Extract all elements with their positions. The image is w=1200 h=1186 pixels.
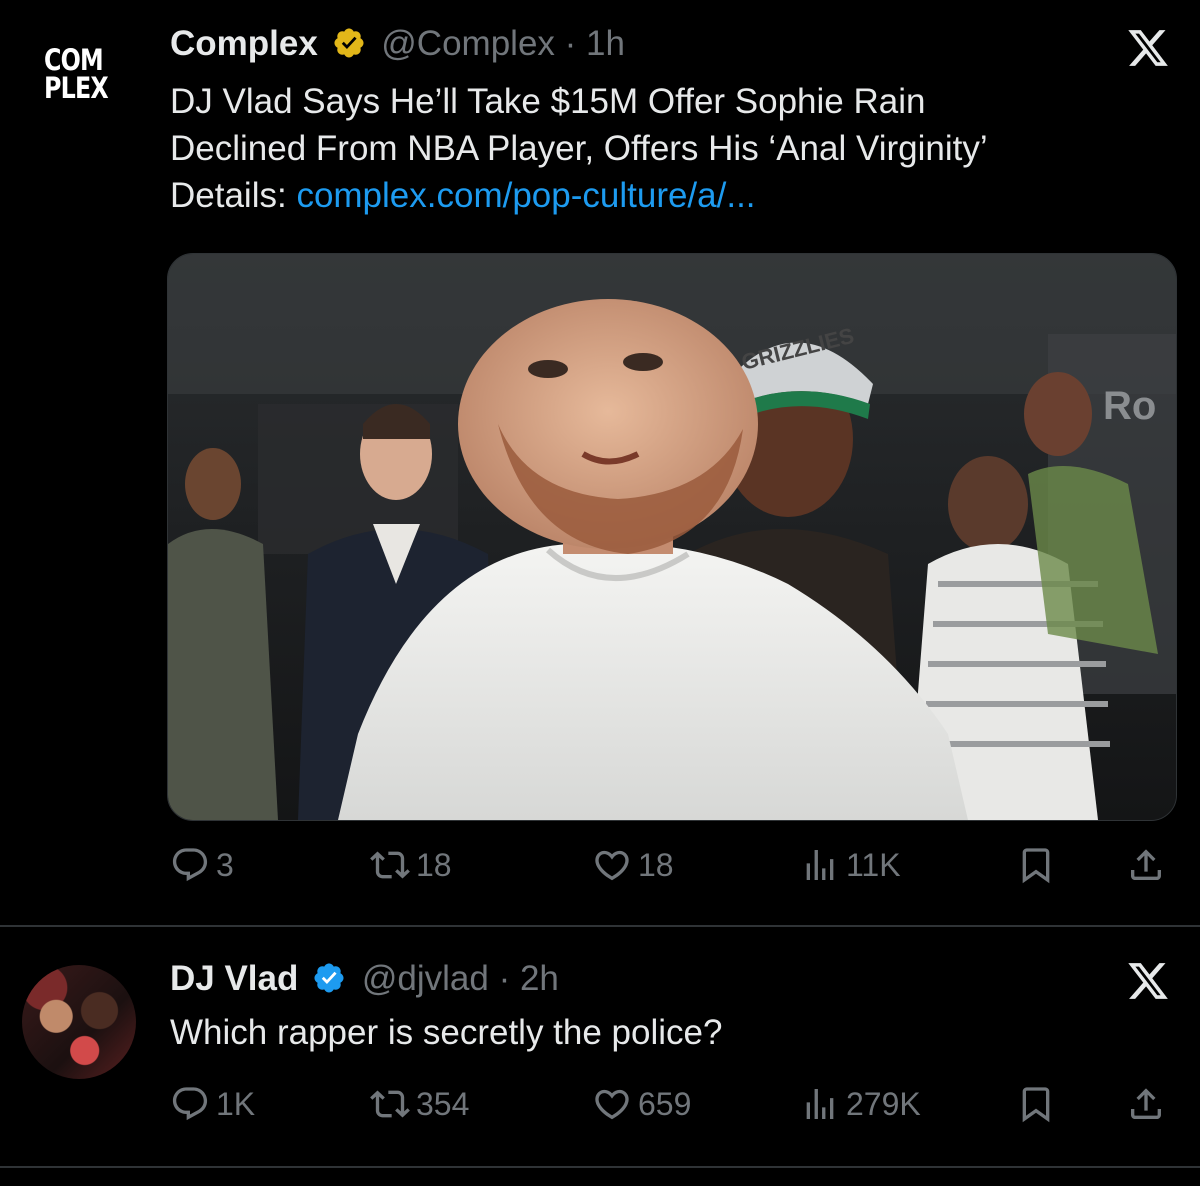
tweet-djvlad[interactable]: DJ Vlad @djvlad · 2h Which rapper is sec…: [0, 927, 1200, 1167]
handle[interactable]: @djvlad: [362, 959, 489, 998]
views-icon: [806, 850, 834, 880]
x-logo-icon[interactable]: [1126, 26, 1170, 70]
like-icon: [595, 1089, 629, 1120]
views-button[interactable]: 279K: [800, 1079, 921, 1129]
tweet-divider: [0, 1166, 1200, 1168]
display-name[interactable]: DJ Vlad: [170, 959, 298, 998]
bookmark-button[interactable]: [1016, 840, 1062, 890]
details-label: Details:: [170, 176, 297, 215]
repost-icon: [370, 851, 410, 879]
views-icon: [806, 1089, 834, 1119]
bookmark-icon: [1022, 848, 1050, 884]
share-button[interactable]: [1126, 840, 1172, 890]
reply-icon: [172, 848, 208, 882]
repost-button[interactable]: 354: [370, 1079, 469, 1129]
tweet-text-line: Declined From NBA Player, Offers His ‘An…: [170, 129, 988, 168]
tweet-text: Which rapper is secretly the police?: [170, 1009, 1150, 1056]
tweet-text: DJ Vlad Says He’ll Take $15M Offer Sophi…: [170, 78, 1150, 219]
tweet-photo[interactable]: Ro GRIZZLIES: [167, 253, 1177, 821]
tweet-header: Complex @Complex · 1h: [170, 22, 625, 66]
reply-icon: [172, 1087, 208, 1121]
logo-line-plex: PLEX: [44, 71, 109, 105]
tweet-header: DJ Vlad @djvlad · 2h: [170, 957, 559, 1001]
avatar-djvlad[interactable]: [22, 965, 136, 1079]
handle[interactable]: @Complex: [381, 24, 555, 63]
like-count: 659: [638, 1085, 692, 1122]
share-button[interactable]: [1126, 1079, 1172, 1129]
tweet-text-line: DJ Vlad Says He’ll Take $15M Offer Sophi…: [170, 82, 926, 121]
repost-count: 354: [416, 1085, 470, 1122]
repost-icon: [370, 1090, 410, 1118]
reply-count: 3: [216, 846, 234, 883]
like-button[interactable]: 18: [592, 840, 674, 890]
reply-count: 1K: [216, 1085, 256, 1122]
views-button[interactable]: 11K: [800, 840, 901, 890]
tweet-actions: 1K 354 659 279K: [0, 1079, 1200, 1129]
reply-button[interactable]: 1K: [170, 1079, 255, 1129]
repost-button[interactable]: 18: [370, 840, 452, 890]
reply-button[interactable]: 3: [170, 840, 234, 890]
separator-dot: ·: [564, 24, 577, 63]
verified-badge-icon: [334, 28, 364, 58]
separator-dot: ·: [498, 959, 511, 998]
timestamp[interactable]: 2h: [520, 959, 559, 998]
like-button[interactable]: 659: [592, 1079, 691, 1129]
tweet-actions: 3 18 18 11K: [0, 840, 1200, 890]
share-icon: [1131, 1088, 1161, 1119]
tweet-details-line: Details: complex.com/pop-culture/a/...: [170, 172, 1150, 219]
share-icon: [1131, 849, 1161, 880]
tweet-text-line: Which rapper is secretly the police?: [170, 1013, 723, 1052]
tweet-complex[interactable]: COM PLEX Complex @Complex · 1h DJ Vlad S…: [0, 0, 1200, 925]
bookmark-button[interactable]: [1016, 1079, 1062, 1129]
photo-illustration: Ro GRIZZLIES: [168, 254, 1176, 820]
display-name[interactable]: Complex: [170, 24, 318, 63]
background-sign-text: Ro: [1103, 384, 1156, 428]
logo-line-com: COM: [44, 43, 104, 77]
verified-badge-icon: [314, 963, 344, 993]
like-count: 18: [638, 846, 674, 883]
avatar-complex-logo[interactable]: COM PLEX: [44, 43, 112, 128]
like-icon: [595, 850, 629, 881]
repost-count: 18: [416, 846, 452, 883]
timestamp[interactable]: 1h: [586, 24, 625, 63]
article-link[interactable]: complex.com/pop-culture/a/...: [296, 176, 755, 215]
x-logo-icon[interactable]: [1126, 959, 1170, 1003]
views-count: 11K: [846, 846, 901, 883]
views-count: 279K: [846, 1085, 921, 1122]
bookmark-icon: [1022, 1087, 1050, 1123]
